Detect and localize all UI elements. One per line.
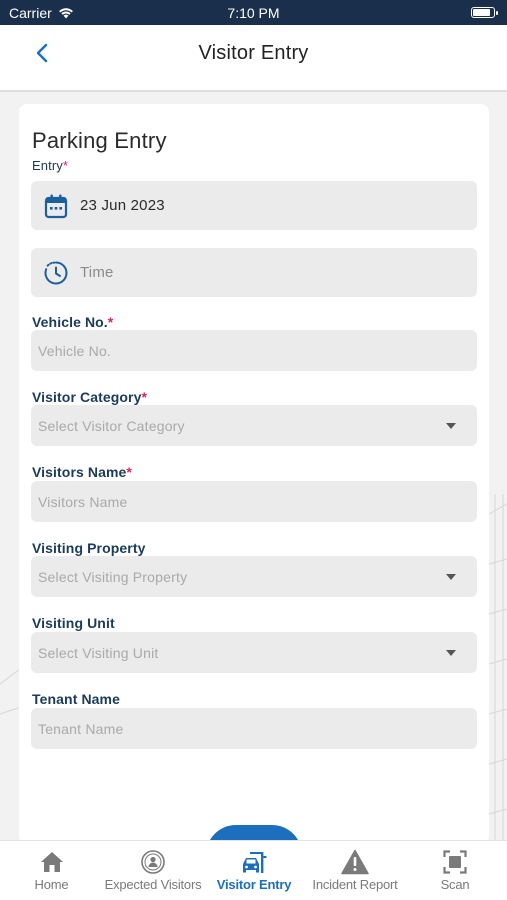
- tenant-name-placeholder: Tenant Name: [38, 720, 124, 737]
- visitor-category-label: Visitor Category*: [32, 389, 147, 405]
- visitors-name-label-text: Visitors Name: [32, 464, 127, 480]
- visitor-category-placeholder: Select Visitor Category: [38, 417, 185, 434]
- tab-label: Visitor Entry: [216, 877, 292, 892]
- tab-label: Home: [34, 877, 69, 892]
- scan-icon: [443, 841, 467, 877]
- entry-date-field[interactable]: 23 Jun 2023: [31, 181, 477, 230]
- visiting-unit-label: Visiting Unit: [32, 615, 115, 631]
- visitors-name-field[interactable]: Visitors Name: [31, 481, 477, 522]
- tab-visitor-entry[interactable]: Visitor Entry: [208, 841, 300, 900]
- tab-label: Expected Visitors: [104, 877, 202, 892]
- tenant-name-field[interactable]: Tenant Name: [31, 708, 477, 749]
- page-title: Visitor Entry: [198, 42, 309, 64]
- required-marker: *: [107, 314, 114, 330]
- car-entry-icon: [240, 841, 268, 877]
- home-icon: [40, 841, 64, 877]
- required-marker: *: [141, 389, 148, 405]
- clock-icon: [31, 248, 80, 297]
- battery-level: [473, 9, 491, 16]
- calendar-icon: [31, 181, 80, 230]
- visiting-property-select[interactable]: Select Visiting Property: [31, 556, 477, 597]
- status-time: 7:10 PM: [227, 5, 280, 21]
- battery-icon: [471, 7, 498, 18]
- visitors-icon: [140, 841, 166, 877]
- visiting-property-label: Visiting Property: [32, 540, 146, 556]
- visiting-property-placeholder: Select Visiting Property: [38, 568, 188, 585]
- required-marker: *: [62, 158, 69, 173]
- visitors-name-label: Visitors Name*: [32, 464, 132, 480]
- dropdown-arrow-icon: [446, 573, 456, 580]
- dropdown-arrow-icon: [446, 649, 456, 656]
- warning-icon: [341, 841, 369, 877]
- parking-entry-card: Parking Entry Entry* 23 Jun 2023 Time Ve…: [19, 104, 489, 844]
- visitor-category-select[interactable]: Select Visitor Category: [31, 405, 477, 446]
- visiting-unit-select[interactable]: Select Visiting Unit: [31, 632, 477, 673]
- tenant-name-label: Tenant Name: [32, 691, 120, 707]
- tab-label: Incident Report: [312, 877, 398, 892]
- visiting-unit-placeholder: Select Visiting Unit: [38, 644, 159, 661]
- tab-home[interactable]: Home: [24, 841, 79, 900]
- form-title: Parking Entry: [32, 128, 167, 153]
- status-bar: Carrier 7:10 PM: [0, 0, 507, 25]
- vehicle-no-label: Vehicle No.*: [32, 314, 113, 330]
- entry-time-field[interactable]: Time: [31, 248, 477, 297]
- entry-label-text: Entry: [32, 158, 63, 173]
- dropdown-arrow-icon: [446, 422, 456, 429]
- visitors-name-placeholder: Visitors Name: [38, 493, 128, 510]
- required-marker: *: [126, 464, 132, 480]
- entry-label: Entry*: [32, 158, 68, 173]
- bottom-tab-bar: Home Expected Visitors Visitor Entry Inc…: [0, 840, 507, 900]
- visitor-category-label-text: Visitor Category: [32, 389, 142, 405]
- entry-time-placeholder: Time: [80, 264, 114, 281]
- vehicle-no-field[interactable]: Vehicle No.: [31, 330, 477, 371]
- navigation-bar: Visitor Entry: [0, 25, 507, 92]
- tab-incident-report[interactable]: Incident Report: [305, 841, 405, 900]
- vehicle-no-placeholder: Vehicle No.: [38, 342, 112, 359]
- tab-scan[interactable]: Scan: [430, 841, 480, 900]
- entry-date-value: 23 Jun 2023: [80, 197, 165, 214]
- tab-expected-visitors[interactable]: Expected Visitors: [103, 841, 203, 900]
- vehicle-no-label-text: Vehicle No.: [32, 314, 108, 330]
- tab-label: Scan: [440, 877, 470, 892]
